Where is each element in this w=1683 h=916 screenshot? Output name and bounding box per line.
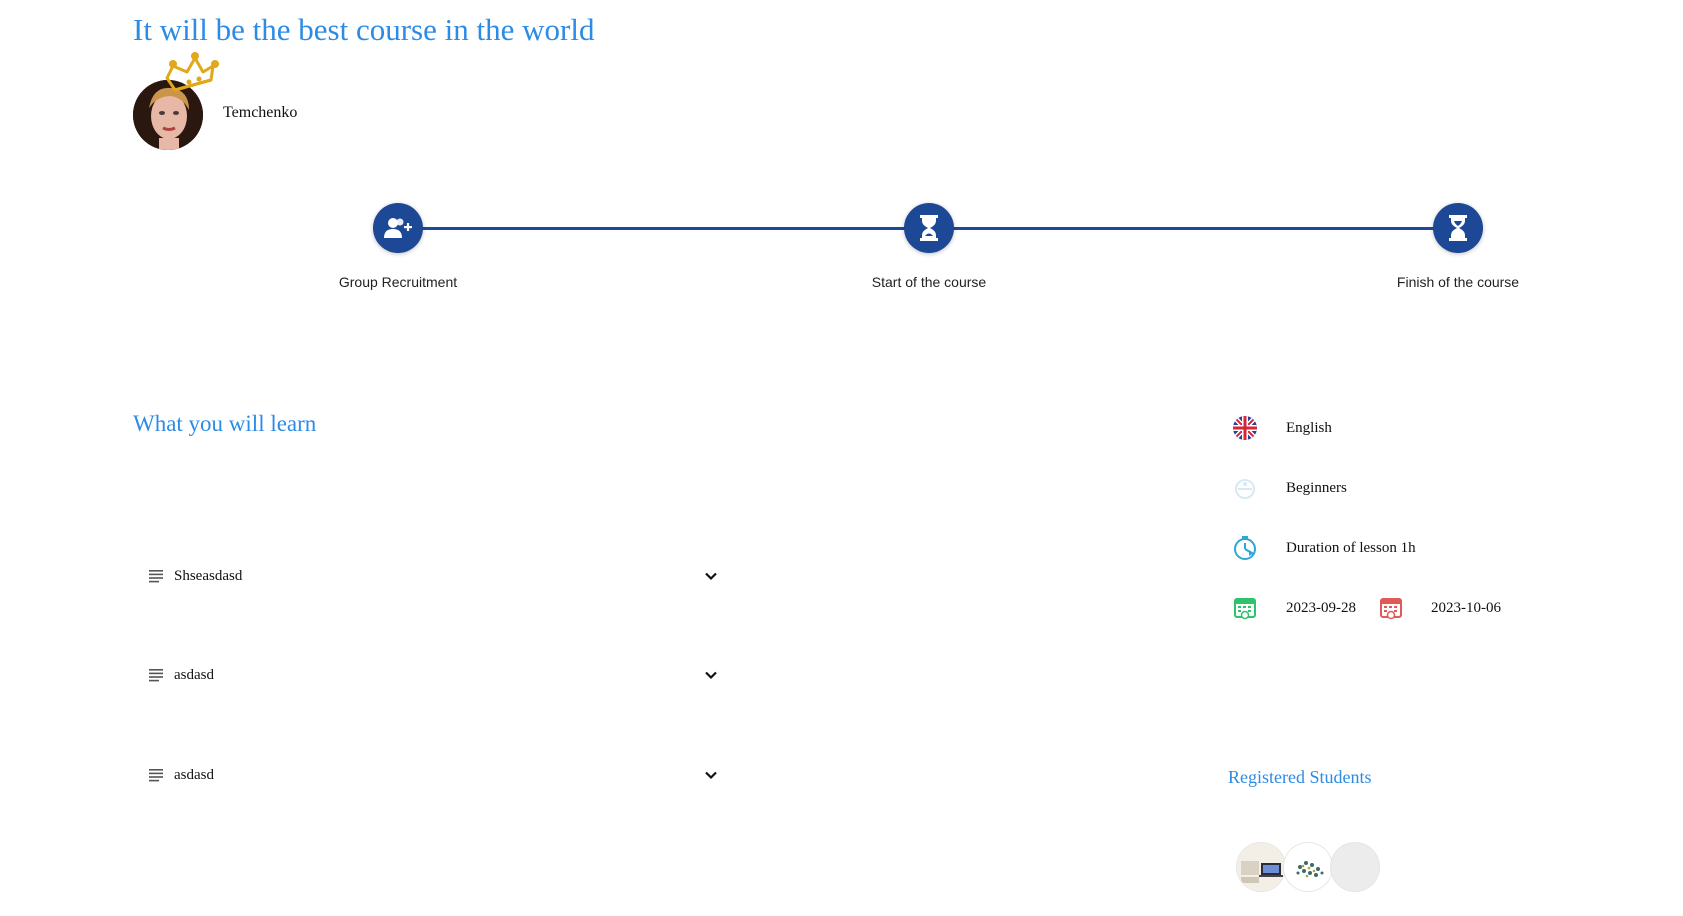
accordion-item-label: asdasd [174, 666, 214, 683]
chevron-down-icon[interactable] [704, 569, 718, 583]
accordion-item-label: Shseasdasd [174, 567, 243, 584]
calendar-start-icon [1234, 598, 1256, 620]
end-date-value: 2023-10-06 [1431, 599, 1501, 616]
language-row: English [1286, 415, 1683, 441]
level-value: Beginners [1286, 479, 1347, 496]
stopwatch-icon [1234, 536, 1256, 560]
timeline-label-start: Start of the course [871, 274, 987, 290]
timeline-step-finish [1433, 203, 1483, 253]
timeline-label-finish: Finish of the course [1396, 274, 1520, 290]
author-avatar-block[interactable] [133, 48, 223, 150]
author-name[interactable]: Temchenko [223, 104, 297, 122]
timeline-step-start [904, 203, 954, 253]
accordion-item[interactable]: Shseasdasd [148, 564, 718, 588]
learn-section-title: What you will learn [133, 411, 317, 436]
end-date-row: 2023-10-06 [1431, 595, 1541, 621]
timeline-step-recruitment [373, 203, 423, 253]
duration-row: Duration of lesson 1h [1286, 535, 1683, 561]
start-date-value: 2023-09-28 [1286, 599, 1356, 616]
chevron-down-icon[interactable] [704, 768, 718, 782]
student-avatar[interactable] [1330, 842, 1380, 892]
duration-value: Duration of lesson 1h [1286, 539, 1416, 556]
notes-icon [149, 769, 163, 782]
student-avatar[interactable] [1283, 842, 1333, 892]
accordion-item[interactable]: asdasd [148, 663, 718, 687]
user-plus-icon [384, 218, 412, 238]
language-value: English [1286, 419, 1332, 436]
notes-icon [149, 669, 163, 682]
hourglass-icon [920, 215, 938, 241]
notes-icon [149, 570, 163, 583]
chevron-down-icon[interactable] [704, 668, 718, 682]
course-title: It will be the best course in the world [133, 12, 595, 47]
level-row: Beginners [1286, 475, 1683, 501]
level-icon [1235, 479, 1255, 499]
accordion-item-label: asdasd [174, 766, 214, 783]
hourglass-icon [1449, 215, 1467, 241]
student-avatar[interactable] [1236, 842, 1286, 892]
accordion-item[interactable]: asdasd [148, 763, 718, 787]
calendar-end-icon [1380, 598, 1402, 620]
crown-icon [165, 52, 219, 92]
timeline-label-recruitment: Group Recruitment [338, 274, 458, 290]
uk-flag-icon [1233, 416, 1257, 440]
registered-students-title: Registered Students [1228, 767, 1372, 787]
